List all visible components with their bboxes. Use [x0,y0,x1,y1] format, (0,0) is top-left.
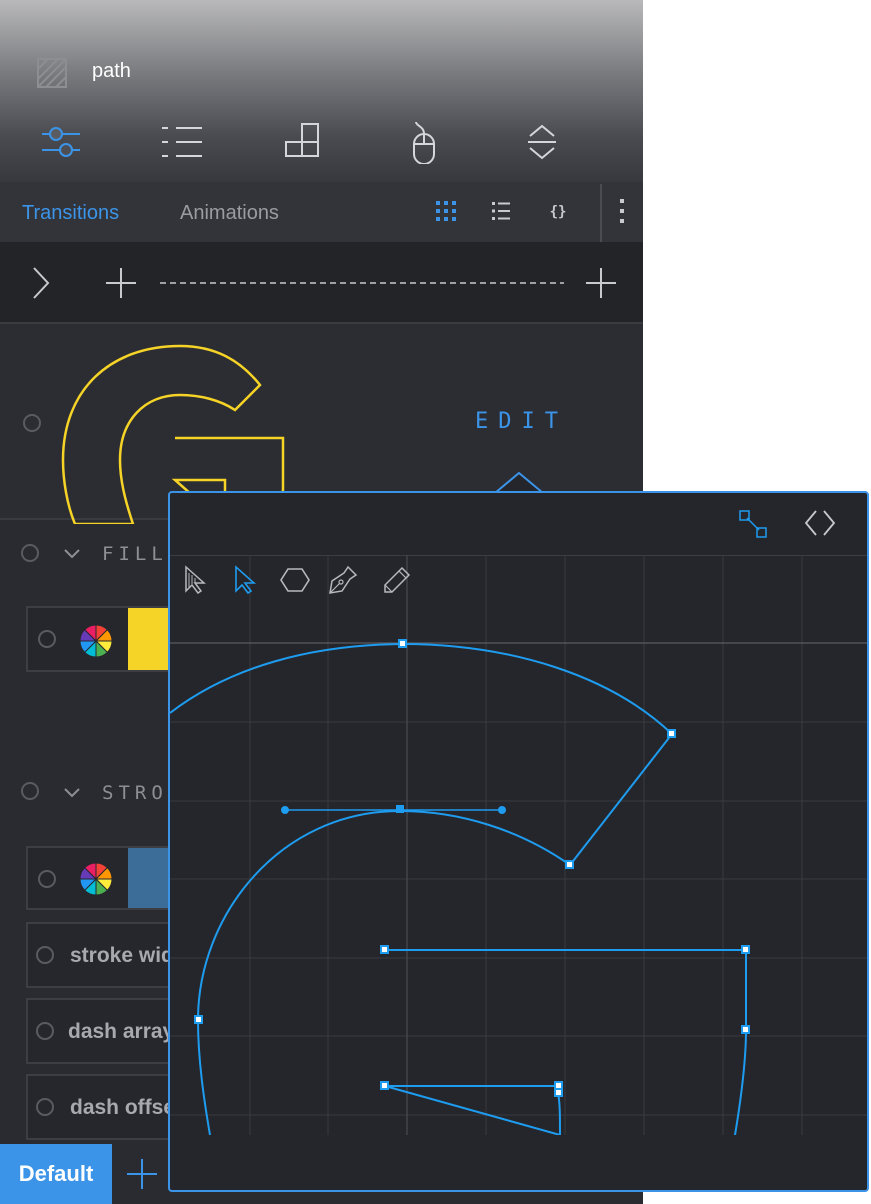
dash-array-radio[interactable] [36,1022,54,1040]
select-arrow-icon[interactable] [232,565,260,595]
path-editor-popup [168,491,869,1192]
stroke-width-radio[interactable] [36,946,54,964]
color-wheel-icon[interactable] [80,625,112,657]
hatch-path-icon [37,58,67,88]
stroke-radio[interactable] [21,782,39,800]
blocks-icon[interactable] [282,120,326,164]
pen-icon[interactable] [328,565,358,595]
polygon-icon[interactable] [280,565,310,595]
code-view-icon[interactable]: {} [546,199,570,223]
shrink-icon[interactable] [738,509,768,539]
grid-view-icon[interactable] [434,199,458,223]
svg-text:{}: {} [550,204,567,220]
sliders-icon[interactable] [40,120,84,164]
fill-radio[interactable] [21,544,39,562]
tab-animations[interactable]: Animations [180,202,279,225]
add-keyframe-icon[interactable] [104,266,138,300]
mouse-icon[interactable] [402,120,446,164]
preview-radio[interactable] [23,414,41,432]
chevron-down-icon[interactable] [64,548,80,560]
editor-toolbar [170,493,867,556]
timeline-bar [0,242,643,322]
path-canvas[interactable] [170,555,867,1135]
fill-section-label: FILL [102,543,168,565]
dash-offset-label: dash offset [70,1096,183,1119]
add-end-keyframe-icon[interactable] [584,266,618,300]
color-wheel-icon[interactable] [80,863,112,895]
default-state-button[interactable]: Default [0,1144,112,1204]
dash-array-label: dash array [68,1020,175,1043]
kebab-menu-icon[interactable] [614,197,630,225]
direct-select-icon[interactable] [182,565,210,595]
timeline-track[interactable] [160,280,564,286]
list-icon[interactable] [160,120,204,164]
code-brackets-icon[interactable] [804,509,836,537]
add-state-icon[interactable] [126,1158,158,1190]
element-title: path [92,60,131,82]
panel-header: path [0,0,643,182]
expand-collapse-icon[interactable] [520,120,564,164]
edit-shape-label[interactable]: EDIT [475,409,568,434]
fill-color-radio[interactable] [38,630,56,648]
chevron-down-icon[interactable] [64,787,80,799]
dash-offset-radio[interactable] [36,1098,54,1116]
pencil-icon[interactable] [382,565,412,595]
list-view-icon[interactable] [490,199,514,223]
tabs-divider [600,184,602,242]
tab-transitions[interactable]: Transitions [22,202,119,225]
stroke-color-radio[interactable] [38,870,56,888]
chevron-right-icon[interactable] [28,266,52,300]
